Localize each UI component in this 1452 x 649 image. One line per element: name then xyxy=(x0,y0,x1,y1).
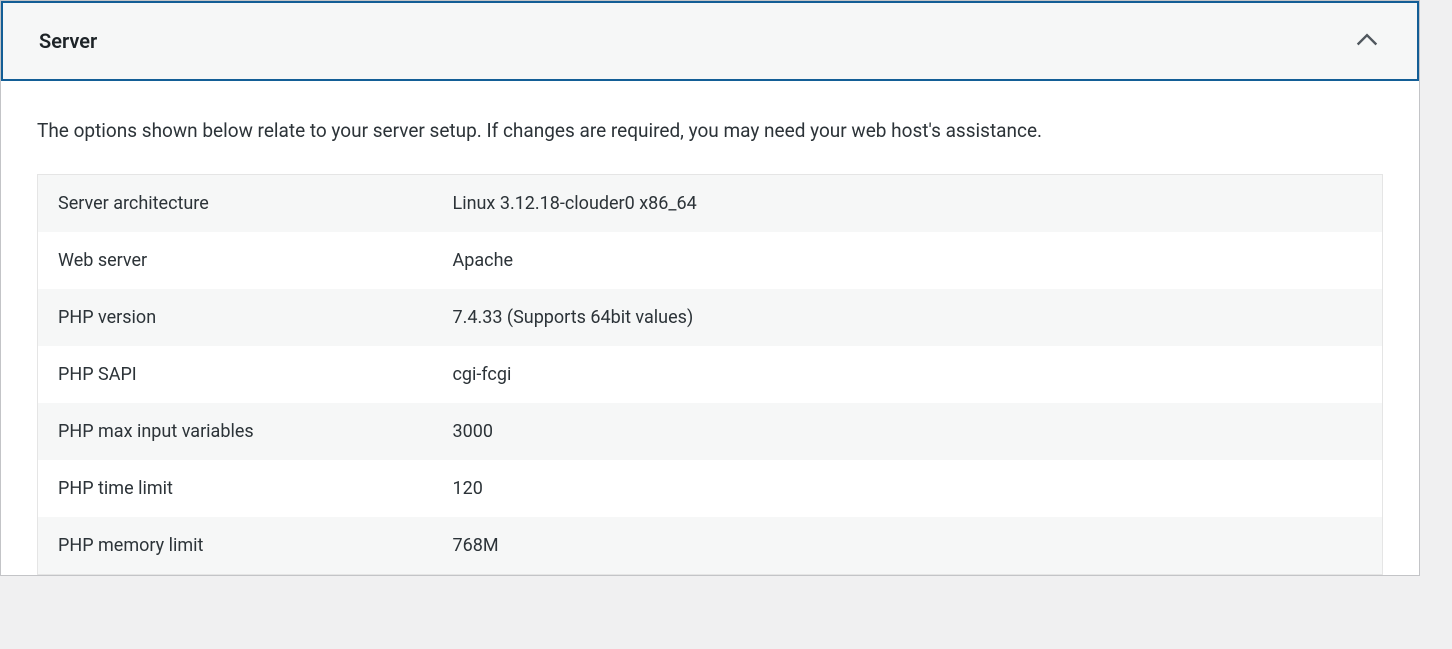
row-value: 120 xyxy=(433,460,1383,517)
server-panel: Server The options shown below relate to… xyxy=(0,0,1420,576)
table-row: Web server Apache xyxy=(38,232,1383,289)
row-label: PHP memory limit xyxy=(38,517,433,575)
table-row: PHP max input variables 3000 xyxy=(38,403,1383,460)
row-label: PHP max input variables xyxy=(38,403,433,460)
row-label: PHP time limit xyxy=(38,460,433,517)
row-label: PHP version xyxy=(38,289,433,346)
panel-body: The options shown below relate to your s… xyxy=(1,81,1419,575)
row-value: Linux 3.12.18-clouder0 x86_64 xyxy=(433,174,1383,232)
row-label: Server architecture xyxy=(38,174,433,232)
panel-description: The options shown below relate to your s… xyxy=(37,117,1383,146)
table-row: PHP version 7.4.33 (Supports 64bit value… xyxy=(38,289,1383,346)
row-value: 3000 xyxy=(433,403,1383,460)
panel-header-toggle[interactable]: Server xyxy=(1,1,1419,81)
row-value: 7.4.33 (Supports 64bit values) xyxy=(433,289,1383,346)
table-row: Server architecture Linux 3.12.18-cloude… xyxy=(38,174,1383,232)
table-row: PHP time limit 120 xyxy=(38,460,1383,517)
panel-title: Server xyxy=(39,29,97,53)
row-value: Apache xyxy=(433,232,1383,289)
server-info-table: Server architecture Linux 3.12.18-cloude… xyxy=(37,174,1383,575)
row-value: 768M xyxy=(433,517,1383,575)
chevron-up-icon xyxy=(1353,27,1381,55)
row-value: cgi-fcgi xyxy=(433,346,1383,403)
row-label: PHP SAPI xyxy=(38,346,433,403)
table-row: PHP SAPI cgi-fcgi xyxy=(38,346,1383,403)
server-info-tbody: Server architecture Linux 3.12.18-cloude… xyxy=(38,174,1383,574)
row-label: Web server xyxy=(38,232,433,289)
table-row: PHP memory limit 768M xyxy=(38,517,1383,575)
